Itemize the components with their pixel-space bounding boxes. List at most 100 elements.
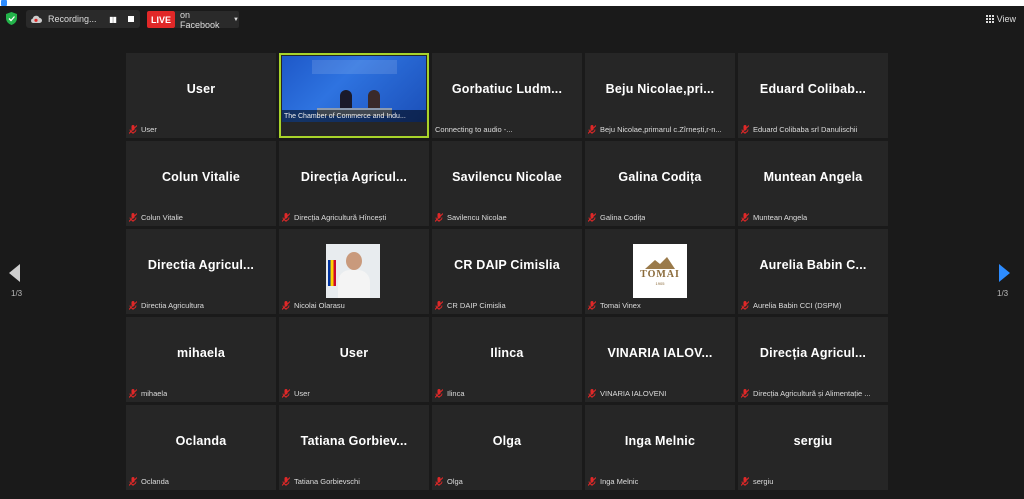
participant-label: Directia Agricultura <box>141 301 204 310</box>
participant-tile[interactable]: User User <box>279 317 429 402</box>
participant-tile[interactable]: Eduard Colibab... Eduard Colibaba srl Da… <box>738 53 888 138</box>
page-indicator-right: 1/3 <box>997 289 1009 298</box>
participant-label: Muntean Angela <box>753 213 808 222</box>
participant-name: Aurelia Babin C... <box>759 258 867 272</box>
muted-mic-icon <box>741 301 749 310</box>
participant-tile[interactable]: Colun Vitalie Colun Vitalie <box>126 141 276 226</box>
participant-tile[interactable]: Galina Codița Galina Codița <box>585 141 735 226</box>
participant-tile[interactable]: TOMAI 1905 Tomai Vinex <box>585 229 735 314</box>
participant-name: Inga Melnic <box>624 434 696 448</box>
participant-tile[interactable]: mihaela mihaela <box>126 317 276 402</box>
participant-name: Savilencu Nicolae <box>452 170 562 184</box>
muted-mic-icon <box>588 213 596 222</box>
participant-label: mihaela <box>141 389 168 398</box>
chevron-down-icon: ▼ <box>233 16 239 23</box>
participant-label: Tatiana Gorbievschi <box>294 477 360 486</box>
participant-name: sergiu <box>793 434 833 448</box>
avatar-head <box>346 252 362 270</box>
participant-tile[interactable]: Direcția Agricul... Direcția Agricultură… <box>738 317 888 402</box>
participant-tile[interactable]: User User <box>126 53 276 138</box>
participant-label: Oclanda <box>141 477 169 486</box>
muted-mic-icon <box>435 213 443 222</box>
flag-image <box>328 260 336 286</box>
participant-name: CR DAIP Cimislia <box>454 258 560 272</box>
view-label: View <box>996 14 1016 24</box>
participant-tile-active-speaker[interactable]: The Chamber of Commerce and Indu... <box>279 53 429 138</box>
participant-tile[interactable]: CR DAIP Cimislia CR DAIP Cimislia <box>432 229 582 314</box>
participant-label: Direcția Agricultură și Alimentație ... <box>753 389 871 398</box>
participant-label: Colun Vitalie <box>141 213 183 222</box>
participant-label: Olga <box>447 477 463 486</box>
participant-tile[interactable]: Beju Nicolae,pri... Beju Nicolae,primaru… <box>585 53 735 138</box>
muted-mic-icon <box>435 477 443 486</box>
participant-tile[interactable]: Olga Olga <box>432 405 582 490</box>
muted-mic-icon <box>129 477 137 486</box>
participant-label: The Chamber of Commerce and Indu... <box>282 110 426 122</box>
muted-mic-icon <box>588 125 596 134</box>
window-titlebar <box>0 0 1024 6</box>
participant-name: Tatiana Gorbiev... <box>300 434 408 448</box>
participant-tile[interactable]: Oclanda Oclanda <box>126 405 276 490</box>
muted-mic-icon <box>282 213 290 222</box>
participant-name: Directia Agricul... <box>147 258 255 272</box>
previous-page-icon[interactable] <box>9 264 21 282</box>
participant-name: Oclanda <box>175 434 227 448</box>
participant-tile[interactable]: Aurelia Babin C... Aurelia Babin CCI (DS… <box>738 229 888 314</box>
participant-name: mihaela <box>177 346 225 360</box>
logo-year: 1905 <box>655 280 665 286</box>
participant-tile[interactable]: Ilinca Ilinca <box>432 317 582 402</box>
gallery-grid: User User The Chamber of Commerce and In… <box>126 53 891 493</box>
participant-tile[interactable]: Direcția Agricul... Direcția Agricultură… <box>279 141 429 226</box>
muted-mic-icon <box>741 389 749 398</box>
live-stream-dropdown[interactable]: on Facebook ▼ <box>175 9 239 30</box>
participant-name: Muntean Angela <box>763 170 863 184</box>
page-indicator-left: 1/3 <box>11 289 23 298</box>
participant-label: Galina Codița <box>600 213 646 222</box>
participant-label: Savilencu Nicolae <box>447 213 507 222</box>
muted-mic-icon <box>588 477 596 486</box>
muted-mic-icon <box>741 477 749 486</box>
participant-label: VINARIA IALOVENI <box>600 389 667 398</box>
live-badge: LIVE <box>147 11 175 28</box>
participant-tile[interactable]: VINARIA IALOV... VINARIA IALOVENI <box>585 317 735 402</box>
muted-mic-icon <box>435 301 443 310</box>
muted-mic-icon <box>741 213 749 222</box>
recording-indicator: Recording... ▮▮ <box>26 10 140 28</box>
shield-icon[interactable] <box>6 12 17 25</box>
participant-tile[interactable]: Nicolai Olarasu <box>279 229 429 314</box>
participant-tile[interactable]: sergiu sergiu <box>738 405 888 490</box>
participant-name: User <box>186 82 216 96</box>
participant-name: Direcția Agricul... <box>759 346 867 360</box>
participant-name: Beju Nicolae,pri... <box>605 82 715 96</box>
app-icon <box>1 0 7 6</box>
participant-label: Ilinca <box>447 389 465 398</box>
participant-label: User <box>294 389 310 398</box>
participant-tile[interactable]: Tatiana Gorbiev... Tatiana Gorbievschi <box>279 405 429 490</box>
participant-name: User <box>339 346 369 360</box>
participant-name: Direcția Agricul... <box>300 170 408 184</box>
participant-tile[interactable]: Savilencu Nicolae Savilencu Nicolae <box>432 141 582 226</box>
tomai-logo-icon <box>645 256 675 269</box>
muted-mic-icon <box>129 301 137 310</box>
participant-tile[interactable]: Muntean Angela Muntean Angela <box>738 141 888 226</box>
participant-tile[interactable]: Directia Agricul... Directia Agricultura <box>126 229 276 314</box>
view-button[interactable]: View <box>985 11 1016 27</box>
participant-name: Colun Vitalie <box>161 170 241 184</box>
participant-label: Connecting to audio -... <box>435 125 513 134</box>
participant-label: Tomai Vinex <box>600 301 641 310</box>
participant-label: Eduard Colibaba srl Danulischii <box>753 125 858 134</box>
participant-tile[interactable]: Gorbatiuc Ludm... Connecting to audio -.… <box>432 53 582 138</box>
participant-label: User <box>141 125 157 134</box>
participant-tile[interactable]: Inga Melnic Inga Melnic <box>585 405 735 490</box>
stop-recording-icon[interactable] <box>128 16 134 22</box>
muted-mic-icon <box>282 389 290 398</box>
participant-avatar-logo: TOMAI 1905 <box>633 244 687 298</box>
recording-label: Recording... <box>48 14 97 24</box>
pause-recording-icon[interactable]: ▮▮ <box>109 15 117 24</box>
next-page-icon[interactable] <box>998 264 1010 282</box>
live-target-label: on Facebook <box>180 9 220 30</box>
muted-mic-icon <box>282 301 290 310</box>
muted-mic-icon <box>129 213 137 222</box>
video-backdrop-banner <box>312 60 397 74</box>
muted-mic-icon <box>588 389 596 398</box>
